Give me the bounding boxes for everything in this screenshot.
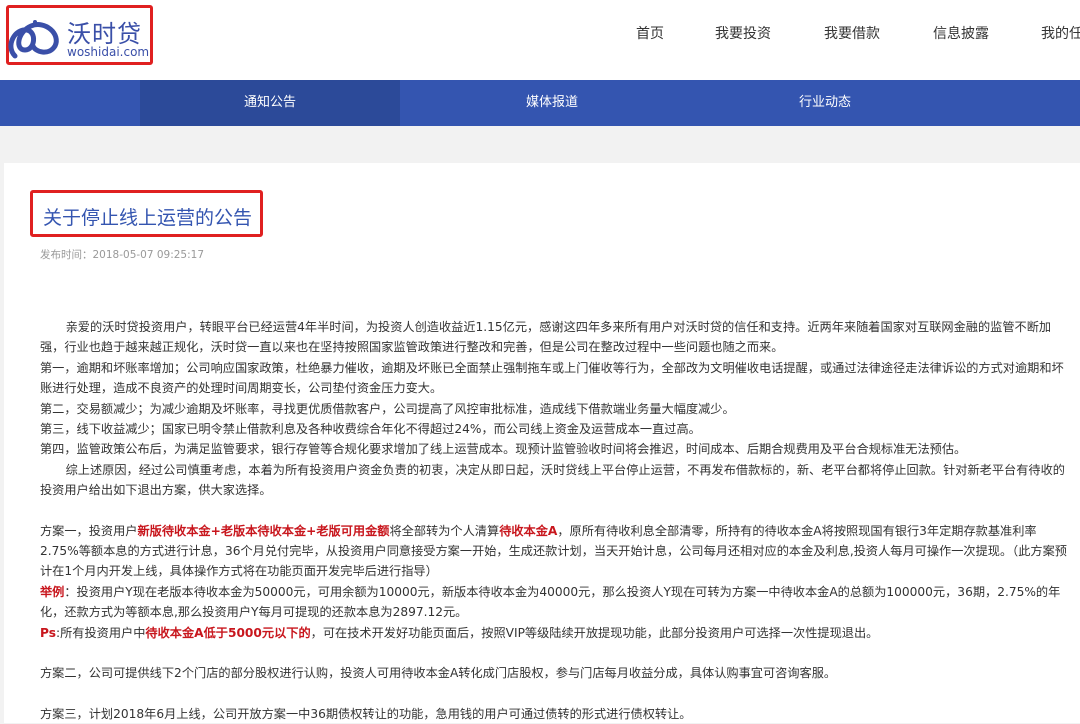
text: 将全部转为个人清算: [390, 524, 500, 538]
ps-label: Ps: [40, 626, 56, 640]
highlight: 待收本金A: [499, 524, 557, 538]
article-body: 亲爱的沃时贷投资用户，转眼平台已经运营4年半时间，为投资人创造收益近1.15亿元…: [40, 317, 1068, 724]
tab-media[interactable]: 媒体报道: [422, 80, 682, 126]
plan-two: 方案二，公司可提供线下2个门店的部分股权进行认购，投资人可用待收本金A转化成门店…: [40, 663, 1068, 683]
paragraph: 亲爱的沃时贷投资用户，转眼平台已经运营4年半时间，为投资人创造收益近1.15亿元…: [40, 317, 1068, 358]
text: 方案一，投资用户: [40, 524, 138, 538]
nav-account[interactable]: 我的任: [1041, 23, 1080, 43]
tab-industry[interactable]: 行业动态: [695, 80, 955, 126]
article: 关于停止线上运营的公告 发布时间：2018-05-07 09:25:17 亲爱的…: [4, 163, 1080, 723]
ps-note: Ps:所有投资用户中待收本金A低于5000元以下的，可在技术开发好功能页面后，按…: [40, 623, 1068, 643]
text: ，可在技术开发好功能页面后，按照VIP等级陆续开放提现功能，此部分投资用户可选择…: [311, 626, 879, 640]
paragraph: 综上述原因，经过公司慎重考虑，本着为所有投资用户资金负责的初衷，决定从即日起，沃…: [40, 460, 1068, 501]
top-nav: 首页 我要投资 我要借款 信息披露 我的任: [0, 23, 1080, 43]
nav-home[interactable]: 首页: [636, 23, 664, 43]
paragraph: 第三，线下收益减少；国家已明令禁止借款利息及各种收费综合年化不得超过24%，而公…: [40, 419, 1068, 439]
paragraph: 第二，交易额减少；为减少逾期及坏账率，寻找更优质借款客户，公司提高了风控审批标准…: [40, 399, 1068, 419]
tab-notices[interactable]: 通知公告: [140, 80, 400, 126]
sub-nav: 通知公告 媒体报道 行业动态: [0, 80, 1080, 126]
example: 举例：投资用户Y现在老版本待收本金为50000元，可用余额为10000元，新版本…: [40, 582, 1068, 623]
nav-borrow[interactable]: 我要借款: [824, 23, 880, 43]
text: :所有投资用户中: [56, 626, 145, 640]
title-highlight: 关于停止线上运营的公告: [30, 190, 263, 237]
article-title: 关于停止线上运营的公告: [43, 203, 252, 230]
text: ：投资用户Y现在老版本待收本金为50000元，可用余额为10000元，新版本待收…: [40, 585, 1060, 619]
highlight: 待收本金A低于5000元以下的: [145, 626, 310, 640]
nav-invest[interactable]: 我要投资: [715, 23, 771, 43]
brand-domain: woshidai.com: [67, 45, 149, 59]
publish-date: 发布时间：2018-05-07 09:25:17: [40, 247, 204, 262]
plan-one: 方案一，投资用户新版待收本金+老版本待收本金+老版可用金额将全部转为个人清算待收…: [40, 521, 1068, 582]
highlight: 新版待收本金+老版本待收本金+老版可用金额: [138, 524, 390, 538]
paragraph: 第四，监管政策公布后，为满足监管要求，银行存管等合规化要求增加了线上运营成本。现…: [40, 439, 1068, 459]
header: 沃时贷 woshidai.com 首页 我要投资 我要借款 信息披露 我的任: [0, 0, 1080, 80]
paragraph: 第一，逾期和坏账率增加；公司响应国家政策，杜绝暴力催收，逾期及坏账已全面禁止强制…: [40, 358, 1068, 399]
nav-disclosure[interactable]: 信息披露: [933, 23, 989, 43]
example-label: 举例: [40, 585, 64, 599]
